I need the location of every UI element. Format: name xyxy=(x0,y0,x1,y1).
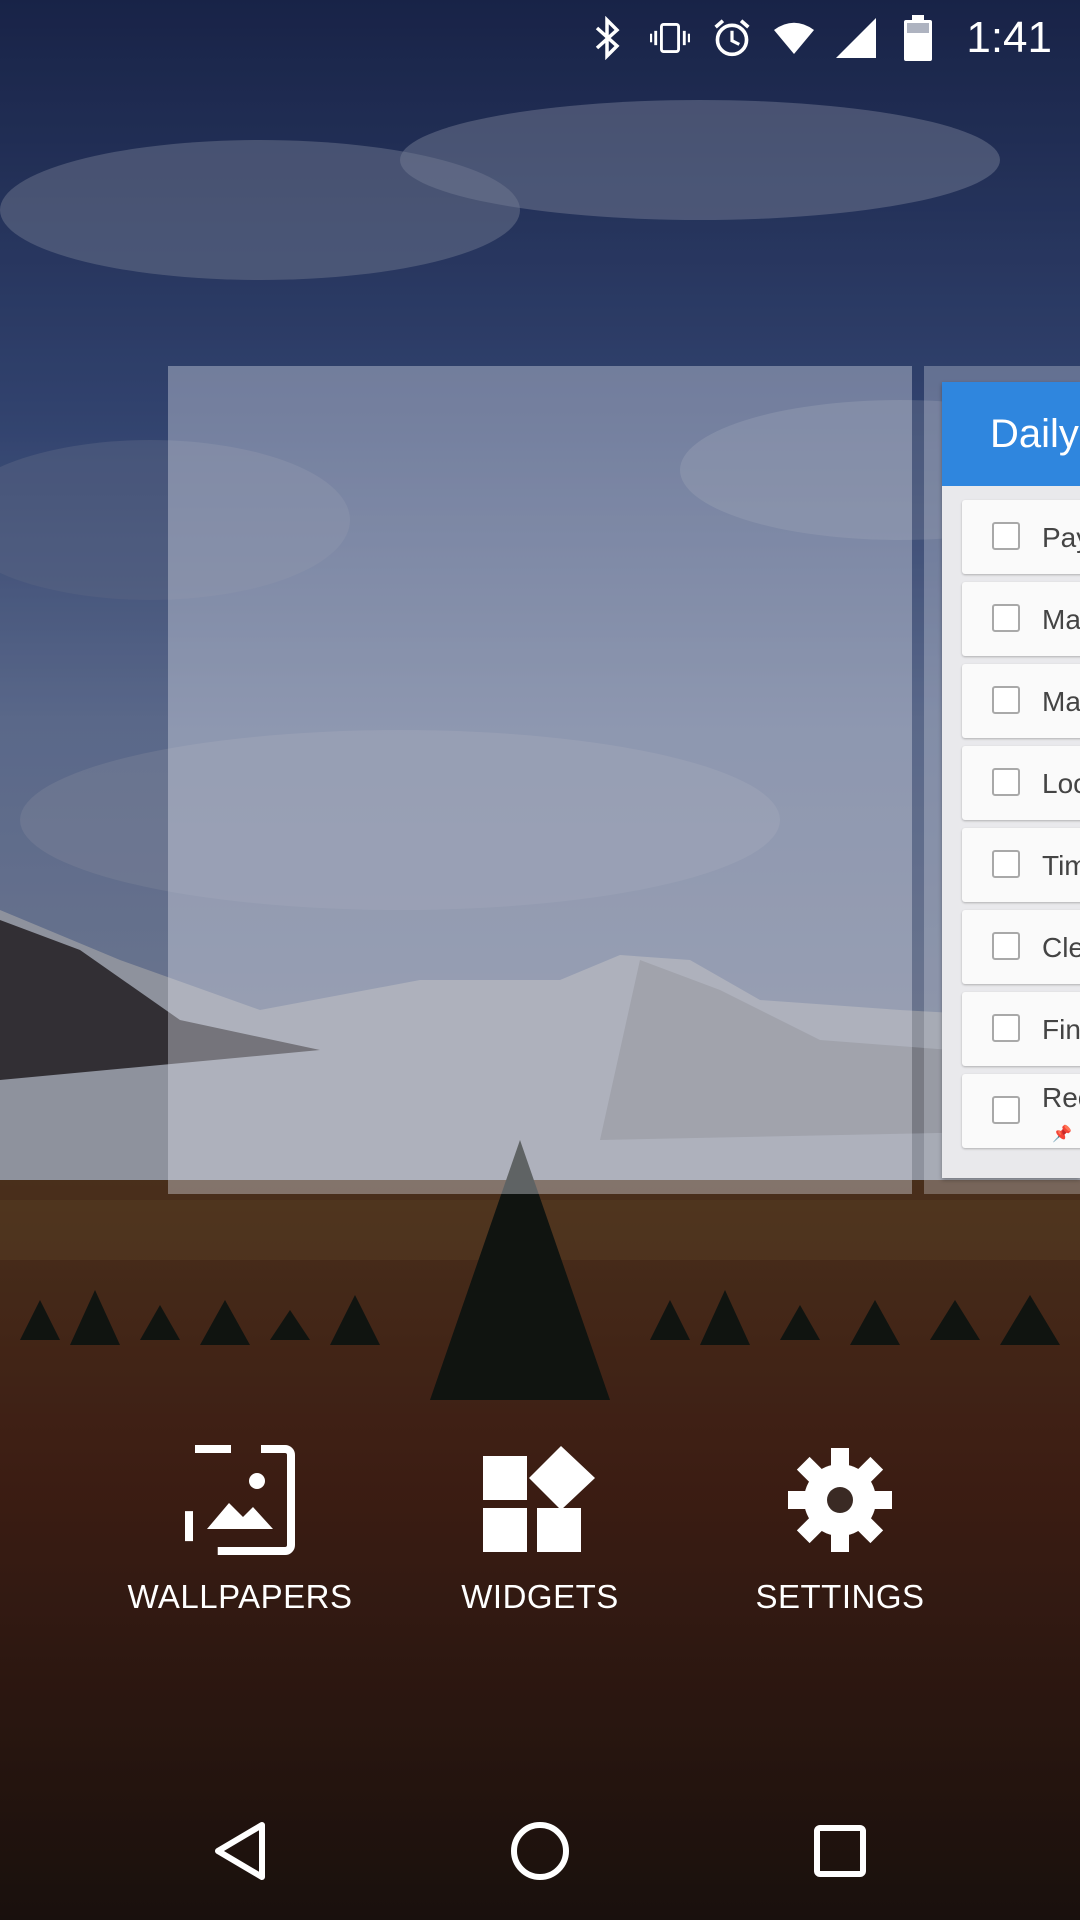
status-bar: 1:41 xyxy=(0,0,1080,75)
task-item[interactable]: Cle xyxy=(962,910,1080,984)
navigation-bar xyxy=(0,1776,1080,1920)
settings-button[interactable]: SETTINGS xyxy=(710,1440,970,1630)
pin-icon: 📌 xyxy=(1052,1126,1072,1143)
task-label: Fin xyxy=(1042,1014,1080,1045)
wallpapers-button[interactable]: WALLPAPERS xyxy=(110,1440,370,1630)
vibrate-icon xyxy=(650,16,691,60)
widget-title: Daily xyxy=(942,382,1080,486)
alarm-icon xyxy=(712,16,752,60)
task-item[interactable]: Ma xyxy=(962,664,1080,738)
task-label: Rec xyxy=(1042,1082,1080,1113)
tasks-widget[interactable]: Daily Pay Ma Ma Loc Tim Cle Fin Rec 📌 xyxy=(942,382,1080,1178)
task-label: Ma xyxy=(1042,604,1080,635)
task-label: Cle xyxy=(1042,932,1080,963)
wifi-icon xyxy=(774,16,815,60)
task-checkbox[interactable] xyxy=(992,1014,1020,1042)
task-label: Pay xyxy=(1042,522,1080,553)
task-checkbox[interactable] xyxy=(992,604,1020,632)
wallpapers-label: WALLPAPERS xyxy=(127,1578,353,1615)
task-label: Ma xyxy=(1042,686,1080,717)
widgets-button[interactable]: WIDGETS xyxy=(410,1440,670,1630)
wallpapers-icon xyxy=(180,1440,300,1560)
widgets-icon xyxy=(480,1440,600,1560)
task-label: Tim xyxy=(1042,850,1080,881)
bluetooth-icon xyxy=(588,15,628,60)
task-item[interactable]: Pay xyxy=(962,500,1080,574)
clock: 1:41 xyxy=(966,12,1052,62)
task-label: Loc xyxy=(1042,768,1080,799)
task-checkbox[interactable] xyxy=(992,850,1020,878)
battery-icon xyxy=(898,14,938,61)
task-checkbox[interactable] xyxy=(992,1096,1020,1124)
task-checkbox[interactable] xyxy=(992,686,1020,714)
recents-icon[interactable] xyxy=(780,1796,900,1906)
task-item[interactable]: Loc xyxy=(962,746,1080,820)
task-checkbox[interactable] xyxy=(992,932,1020,960)
home-page-preview[interactable] xyxy=(168,366,912,1194)
task-checkbox[interactable] xyxy=(992,768,1020,796)
task-checkbox[interactable] xyxy=(992,522,1020,550)
back-icon[interactable] xyxy=(180,1796,300,1906)
task-item[interactable]: Fin xyxy=(962,992,1080,1066)
gear-icon xyxy=(780,1440,900,1560)
settings-label: SETTINGS xyxy=(755,1578,925,1615)
home-icon[interactable] xyxy=(480,1796,600,1906)
widgets-label: WIDGETS xyxy=(461,1578,619,1615)
signal-icon xyxy=(836,16,877,60)
task-item[interactable]: Ma xyxy=(962,582,1080,656)
task-item[interactable]: Tim xyxy=(962,828,1080,902)
task-item[interactable]: Rec 📌 xyxy=(962,1074,1080,1148)
